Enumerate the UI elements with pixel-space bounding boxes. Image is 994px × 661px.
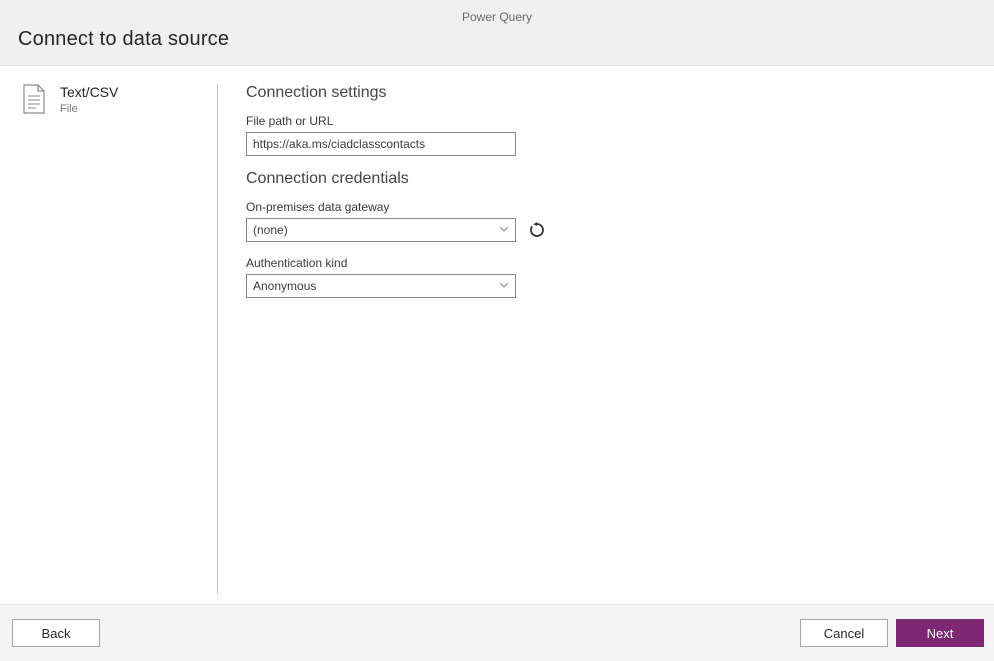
vertical-divider bbox=[217, 84, 218, 594]
auth-kind-value: Anonymous bbox=[253, 279, 316, 293]
gateway-select-value: (none) bbox=[253, 223, 288, 237]
chevron-down-icon bbox=[499, 281, 509, 291]
footer: Back Cancel Next bbox=[0, 604, 994, 661]
file-icon bbox=[22, 84, 46, 114]
auth-kind-select[interactable]: Anonymous bbox=[246, 274, 516, 298]
source-name: Text/CSV bbox=[60, 84, 118, 101]
source-kind: File bbox=[60, 103, 118, 115]
refresh-gateway-button[interactable] bbox=[526, 219, 548, 241]
gateway-select[interactable]: (none) bbox=[246, 218, 516, 242]
auth-kind-label: Authentication kind bbox=[246, 256, 974, 270]
connection-credentials-title: Connection credentials bbox=[246, 170, 974, 188]
page-title: Connect to data source bbox=[18, 28, 976, 51]
chevron-down-icon bbox=[499, 225, 509, 235]
next-button[interactable]: Next bbox=[896, 619, 984, 647]
dialog-header: Power Query Connect to data source bbox=[0, 0, 994, 66]
back-button[interactable]: Back bbox=[12, 619, 100, 647]
source-summary: Text/CSV File bbox=[22, 84, 217, 604]
app-label: Power Query bbox=[18, 10, 976, 24]
connection-settings-title: Connection settings bbox=[246, 84, 974, 102]
cancel-button[interactable]: Cancel bbox=[800, 619, 888, 647]
file-path-input[interactable] bbox=[246, 132, 516, 156]
gateway-label: On-premises data gateway bbox=[246, 200, 974, 214]
refresh-icon bbox=[529, 222, 545, 238]
file-path-label: File path or URL bbox=[246, 114, 974, 128]
